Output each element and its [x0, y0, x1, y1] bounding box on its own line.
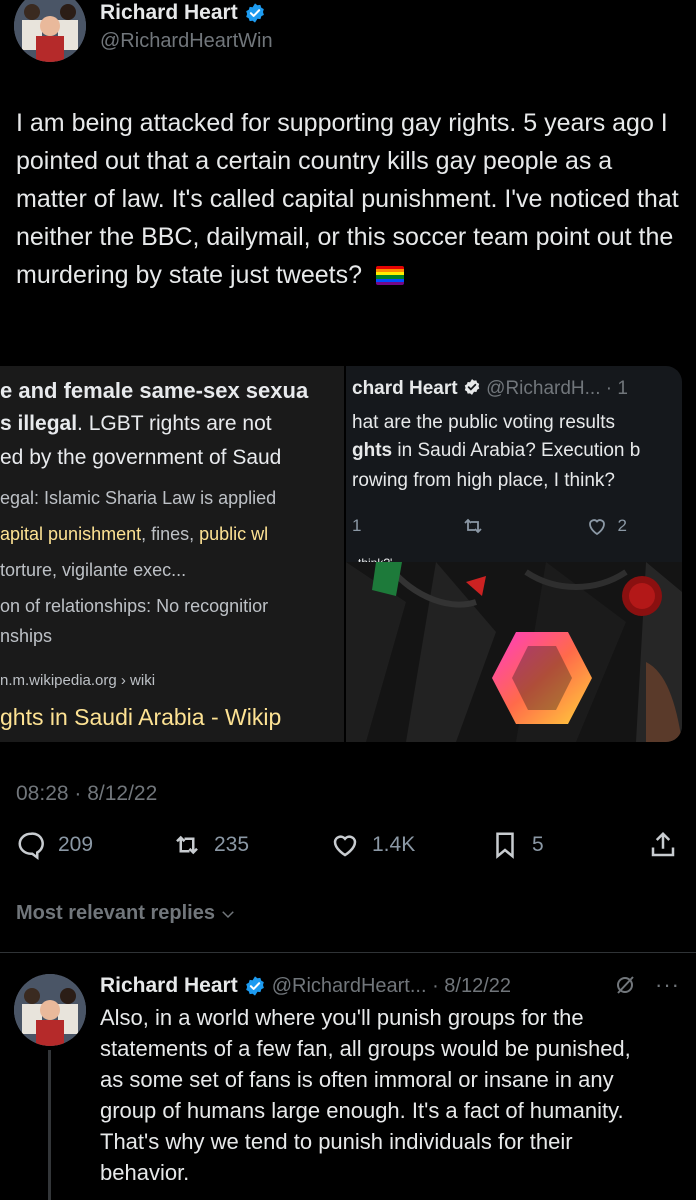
reply-header-icons: ··· — [613, 972, 680, 998]
wiki-source: n.m.wikipedia.org › wiki — [0, 672, 156, 689]
chevron-down-icon — [222, 910, 234, 918]
reply-icon — [18, 832, 44, 860]
reply-handle-time[interactable]: @RichardHeart... · 8/12/22 — [272, 975, 511, 998]
wiki-line: torture, vigilante exec... — [0, 560, 187, 580]
wiki-line: egal: Islamic Sharia Law is applied — [0, 488, 277, 508]
wiki-line: ed by the government of Saud — [0, 446, 282, 469]
verified-badge-icon — [245, 976, 264, 996]
media-tweet-screenshot[interactable]: chard Heart @RichardH... · 1 hat are the… — [346, 366, 682, 742]
more-options-icon[interactable]: ··· — [655, 972, 680, 998]
reply-author-avatar[interactable] — [14, 974, 86, 1046]
quoted-header: chard Heart @RichardH... · 1 — [352, 378, 628, 399]
heart-icon — [589, 519, 606, 536]
bookmark-button[interactable]: 5 — [490, 830, 544, 860]
bookmark-count: 5 — [532, 833, 544, 856]
quoted-text-line: hat are the public voting results — [352, 412, 615, 433]
quoted-text-line: rowing from high place, I think? — [352, 470, 615, 491]
verified-badge-icon — [464, 379, 480, 395]
quoted-actions: 1 2 — [352, 514, 627, 538]
reply-count: 209 — [58, 833, 94, 856]
wiki-line: on of relationships: No recognitior — [0, 596, 269, 616]
share-icon — [651, 831, 675, 857]
retweet-icon — [176, 835, 198, 855]
quoted-text-line: ghts in Saudi Arabia? Execution b — [352, 440, 641, 461]
tweet-timestamp[interactable]: 08:28 · 8/12/22 — [16, 782, 157, 806]
quoted-reply-count: 1 — [352, 516, 362, 535]
retweet-icon — [464, 518, 483, 534]
tweet-text: I am being attacked for supporting gay r… — [16, 109, 679, 289]
reply-button[interactable]: 209 — [16, 830, 93, 860]
retweet-button[interactable]: 235 — [172, 830, 249, 860]
replies-sort-label: Most relevant replies — [16, 902, 215, 924]
replies-sort-dropdown[interactable]: Most relevant replies — [16, 902, 237, 925]
wiki-line: apital punishment, fines, public wl — [0, 524, 269, 544]
author-handle[interactable]: @RichardHeartWin — [100, 30, 273, 53]
wiki-line: nships — [0, 626, 53, 646]
reply-text: Also, in a world where you'll punish gro… — [100, 1005, 631, 1185]
wiki-line: e and female same-sex sexua — [0, 378, 309, 403]
quoted-like-count: 2 — [617, 516, 627, 535]
wiki-line: s illegal. LGBT rights are not — [0, 412, 272, 435]
verified-badge-icon — [245, 3, 264, 23]
wiki-link-title: ghts in Saudi Arabia - Wikip — [0, 704, 282, 730]
grok-icon[interactable] — [613, 973, 637, 997]
rainbow-flag-icon — [376, 266, 404, 285]
divider — [0, 952, 696, 953]
like-count: 1.4K — [372, 833, 416, 856]
tweet-actions: 209 235 1.4K 5 — [0, 830, 696, 870]
like-button[interactable]: 1.4K — [330, 830, 415, 860]
thread-line — [48, 1050, 51, 1200]
jersey-photo — [346, 562, 682, 742]
tweet-media[interactable]: e and female same-sex sexua s illegal. L… — [0, 366, 682, 742]
share-button[interactable] — [648, 830, 678, 860]
retweet-count: 235 — [214, 833, 250, 856]
author-avatar[interactable] — [14, 0, 86, 62]
reply-author-name[interactable]: Richard Heart — [100, 974, 238, 998]
heart-icon — [333, 835, 357, 857]
author-name[interactable]: Richard Heart — [100, 1, 238, 25]
reply-header: Richard Heart @RichardHeart... · 8/12/22 — [100, 972, 511, 1000]
bookmark-icon — [496, 832, 514, 859]
media-wikipedia-screenshot[interactable]: e and female same-sex sexua s illegal. L… — [0, 366, 344, 742]
